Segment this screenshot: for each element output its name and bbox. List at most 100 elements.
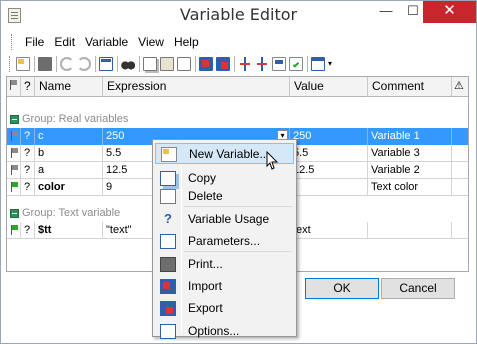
- find-icon[interactable]: [121, 57, 135, 71]
- toolbar-separator: [139, 56, 140, 72]
- export-icon: [160, 301, 176, 316]
- header-value[interactable]: Value: [290, 77, 368, 97]
- flag-icon: [11, 182, 19, 192]
- value-cell[interactable]: 250: [290, 128, 368, 145]
- name-cell[interactable]: a: [35, 162, 103, 179]
- menu-variable[interactable]: Variable: [80, 34, 133, 52]
- warning-cell[interactable]: [452, 145, 468, 162]
- menu-edit[interactable]: Edit: [49, 34, 80, 52]
- menu-file[interactable]: File: [20, 34, 49, 52]
- paste-icon[interactable]: [160, 57, 174, 71]
- context-menu-item[interactable]: ? Variable Usage: [155, 209, 294, 230]
- parameters-icon: [160, 234, 176, 249]
- toolbar-separator: [234, 56, 235, 72]
- context-menu-label: Options...: [188, 324, 240, 338]
- parameters-icon[interactable]: [99, 57, 113, 71]
- name-cell[interactable]: c: [35, 128, 103, 145]
- name-cell[interactable]: b: [35, 145, 103, 162]
- context-menu-label: New Variable...: [189, 147, 270, 161]
- flag-cell[interactable]: [7, 162, 21, 179]
- group-label: Group: Text variable: [22, 207, 121, 219]
- toolbar-separator: [56, 56, 57, 72]
- move-up-icon[interactable]: [255, 57, 269, 71]
- comment-cell[interactable]: Variable 1: [368, 128, 452, 145]
- toolbar-separator: [34, 56, 35, 72]
- toolbar-separator: [195, 56, 196, 72]
- context-menu-item[interactable]: Print...: [155, 254, 294, 275]
- comment-cell[interactable]: [368, 222, 452, 239]
- options-icon: [160, 324, 176, 339]
- undo-icon[interactable]: [60, 57, 74, 71]
- context-menu-item[interactable]: Parameters...: [155, 231, 294, 252]
- print-icon[interactable]: [38, 57, 52, 71]
- menu-help[interactable]: Help: [169, 34, 204, 52]
- menu-bar: File Edit Variable View Help: [11, 34, 204, 52]
- value-cell[interactable]: 12.5: [290, 162, 368, 179]
- flag-cell[interactable]: [7, 128, 21, 145]
- lock-cell[interactable]: ?: [21, 145, 35, 162]
- name-cell[interactable]: $tt: [35, 222, 103, 239]
- lock-cell[interactable]: ?: [21, 162, 35, 179]
- context-menu-item[interactable]: Delete: [155, 186, 294, 207]
- context-menu-item[interactable]: Options...: [155, 321, 294, 342]
- flag-icon: [11, 225, 19, 235]
- group-header[interactable]: Group: Real variables: [7, 112, 468, 128]
- options-icon[interactable]: [311, 57, 325, 71]
- move-down-icon[interactable]: [238, 57, 252, 71]
- flag-icon: [11, 148, 19, 158]
- close-button[interactable]: ✕: [423, 1, 476, 23]
- context-menu-label: Copy: [188, 171, 217, 185]
- toolbar-separator: [117, 56, 118, 72]
- warning-cell[interactable]: [452, 222, 468, 239]
- flag-cell[interactable]: [7, 179, 21, 196]
- warning-cell[interactable]: [452, 179, 468, 196]
- header-flag[interactable]: [7, 77, 21, 97]
- new-variable-icon[interactable]: [16, 57, 30, 71]
- flag-cell[interactable]: [7, 145, 21, 162]
- redo-icon[interactable]: [77, 57, 91, 71]
- variable-icon[interactable]: [272, 57, 286, 71]
- name-cell[interactable]: color: [35, 179, 103, 196]
- context-menu-label: Variable Usage: [188, 212, 270, 226]
- menu-view[interactable]: View: [133, 34, 169, 52]
- context-menu-label: Export: [188, 301, 223, 315]
- delete-icon: [160, 189, 176, 204]
- context-menu-label: Parameters...: [188, 234, 261, 248]
- copy-icon[interactable]: [143, 57, 157, 71]
- header-lock[interactable]: ?: [21, 77, 35, 97]
- value-cell[interactable]: 5.5: [290, 145, 368, 162]
- minimize-button[interactable]: —: [372, 1, 400, 23]
- context-menu-item[interactable]: Export: [155, 298, 294, 319]
- ok-button[interactable]: OK: [305, 278, 379, 299]
- lock-cell[interactable]: ?: [21, 179, 35, 196]
- warning-cell[interactable]: [452, 128, 468, 145]
- comment-cell[interactable]: Variable 3: [368, 145, 452, 162]
- flag-icon: [11, 131, 19, 141]
- context-menu-label: Delete: [188, 189, 223, 203]
- cancel-button[interactable]: Cancel: [381, 278, 455, 299]
- delete-icon[interactable]: [177, 57, 191, 71]
- collapse-icon[interactable]: [10, 209, 19, 218]
- flag-cell[interactable]: [7, 222, 21, 239]
- warning-icon[interactable]: ⚠: [452, 77, 468, 97]
- toolbar-overflow-icon[interactable]: ▾: [328, 57, 336, 71]
- header-name[interactable]: Name: [35, 77, 103, 97]
- context-menu-item[interactable]: Import: [155, 276, 294, 297]
- lock-cell[interactable]: ?: [21, 128, 35, 145]
- export-icon[interactable]: [216, 57, 230, 71]
- context-menu-label: Print...: [188, 257, 223, 271]
- check-variable-icon[interactable]: [289, 57, 303, 71]
- comment-cell[interactable]: Variable 2: [368, 162, 452, 179]
- group-label: Group: Real variables: [22, 113, 129, 125]
- warning-cell[interactable]: [452, 162, 468, 179]
- grid-header: ? Name Expression Value Comment ⚠: [7, 77, 468, 97]
- header-comment[interactable]: Comment: [368, 77, 452, 97]
- comment-cell[interactable]: Text color: [368, 179, 452, 196]
- header-expression[interactable]: Expression: [103, 77, 290, 97]
- collapse-icon[interactable]: [10, 115, 19, 124]
- value-cell[interactable]: [290, 179, 368, 196]
- value-cell[interactable]: text: [290, 222, 368, 239]
- lock-cell[interactable]: ?: [21, 222, 35, 239]
- import-icon[interactable]: [199, 57, 213, 71]
- flag-icon: [11, 165, 19, 175]
